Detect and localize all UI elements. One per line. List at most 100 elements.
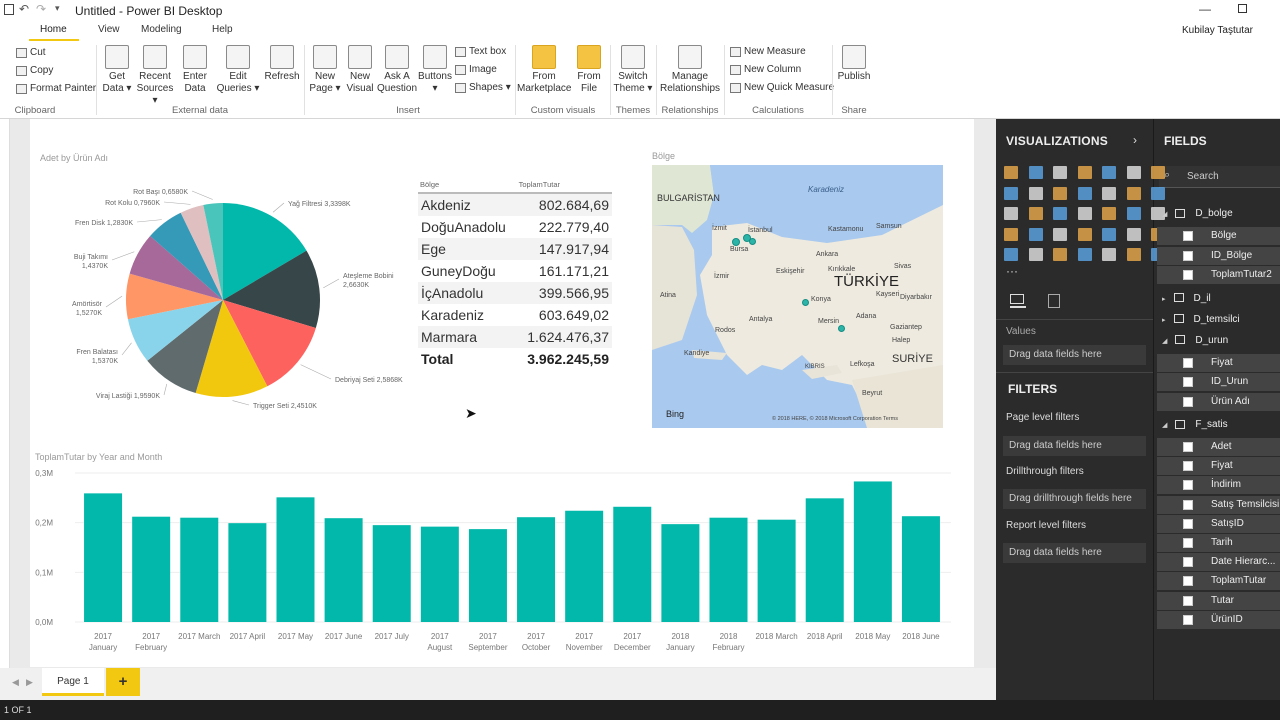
visual-type-icon[interactable] — [1151, 166, 1165, 179]
visual-type-icon[interactable] — [1126, 166, 1141, 179]
visual-type-icon[interactable] — [1102, 166, 1116, 179]
bar[interactable] — [468, 529, 507, 622]
visual-type-icon[interactable] — [1102, 186, 1116, 200]
map-point[interactable] — [749, 238, 756, 245]
new-visual-button[interactable]: New Visual — [344, 41, 376, 95]
fields-search-box[interactable]: ⌕ Search — [1159, 166, 1280, 188]
bar-chart[interactable]: 0,0M 0,1M 0,2M 0,3M 2017 January 2017 February 2… — [30, 462, 966, 660]
bar[interactable] — [613, 506, 652, 622]
redo-icon[interactable]: ↷ — [36, 2, 46, 16]
field-item[interactable]: ID_Urun — [1157, 373, 1280, 391]
visual-type-icon[interactable] — [1028, 166, 1043, 179]
bar[interactable] — [420, 526, 459, 622]
bar[interactable] — [228, 523, 267, 622]
page-tab-page1[interactable]: Page 1 — [42, 668, 104, 696]
bar[interactable] — [517, 517, 556, 622]
field-checkbox[interactable] — [1183, 538, 1193, 548]
drillthrough-drop-zone[interactable]: Drag drillthrough fields here — [1003, 489, 1146, 509]
field-checkbox[interactable] — [1183, 461, 1193, 472]
table-header-region[interactable]: Bölge — [420, 180, 439, 192]
visual-type-icon[interactable] — [1004, 227, 1018, 241]
visual-type-icon[interactable] — [1126, 207, 1141, 220]
bar[interactable] — [709, 517, 748, 622]
more-visuals-icon[interactable]: ··· — [1006, 264, 1018, 278]
field-checkbox[interactable] — [1183, 231, 1193, 241]
map-point[interactable] — [732, 238, 740, 246]
field-item[interactable]: Bölge — [1157, 227, 1280, 245]
edit-queries-button[interactable]: Edit Queries ▾ — [216, 41, 260, 95]
table-header-total[interactable]: ToplamTutar — [519, 180, 560, 192]
field-item[interactable]: ToplamTutar2 — [1157, 266, 1280, 284]
visual-type-icon[interactable] — [1126, 227, 1141, 241]
field-table-F_satis[interactable]: ◢ F_satis — [1162, 416, 1228, 433]
visual-type-icon[interactable] — [1077, 227, 1092, 241]
field-checkbox[interactable] — [1183, 250, 1193, 261]
switch-theme-button[interactable]: Switch Theme ▾ — [613, 41, 653, 95]
visual-type-icon[interactable] — [1102, 248, 1116, 261]
visual-type-icon[interactable] — [1053, 227, 1067, 241]
pie-chart[interactable]: Yağ Filtresi 3,3398K Ateşleme Bobini 2,663… — [30, 170, 415, 420]
chevron-down-icon[interactable]: ◢ — [1162, 211, 1167, 218]
visual-type-icon[interactable] — [1028, 227, 1043, 241]
visual-type-icon[interactable] — [1077, 248, 1092, 261]
new-quick-measure-button[interactable]: New Quick Measure — [728, 80, 834, 96]
values-drop-zone[interactable]: Drag data fields here — [1003, 345, 1146, 365]
shapes-button[interactable]: Shapes ▾ — [453, 80, 511, 96]
field-checkbox[interactable] — [1183, 480, 1193, 491]
save-icon[interactable] — [4, 4, 14, 15]
field-item[interactable]: Fiyat — [1157, 353, 1280, 372]
visual-type-icon[interactable] — [1004, 186, 1018, 200]
visual-type-icon[interactable] — [1028, 248, 1043, 261]
field-item[interactable]: Fiyat — [1157, 457, 1280, 476]
field-item[interactable]: Ürün Adı — [1157, 392, 1280, 411]
visual-type-icon[interactable] — [1004, 166, 1018, 179]
visual-type-icon[interactable] — [1053, 207, 1067, 220]
report-filters-drop-zone[interactable]: Drag data fields here — [1003, 543, 1146, 563]
scroll-right-icon[interactable]: ▶ — [26, 677, 33, 688]
bar[interactable] — [661, 524, 700, 622]
quick-access-dropdown-icon[interactable]: ▾ — [55, 3, 60, 14]
field-checkbox[interactable] — [1183, 595, 1193, 606]
manage-relationships-button[interactable]: Manage Relationships — [659, 41, 721, 95]
field-item[interactable]: Date Hierarc... — [1157, 553, 1280, 572]
bar[interactable] — [84, 493, 123, 622]
refresh-button[interactable]: Refresh — [262, 41, 302, 83]
visual-type-icon[interactable] — [1077, 166, 1092, 179]
field-item[interactable]: Adet — [1157, 438, 1280, 456]
recent-sources-button[interactable]: Recent Sources ▾ — [134, 41, 176, 107]
add-page-button[interactable]: + — [106, 668, 140, 696]
cut-button[interactable]: Cut — [14, 45, 46, 61]
collapse-visualizations-icon[interactable]: › — [1133, 133, 1137, 147]
field-item[interactable]: Tutar — [1157, 591, 1280, 610]
tab-view[interactable]: View — [98, 24, 120, 35]
field-checkbox[interactable] — [1183, 270, 1193, 280]
bar[interactable] — [276, 497, 315, 622]
user-name[interactable]: Kubilay Taştutar — [1182, 25, 1253, 36]
table-visual[interactable]: Bölge ToplamTutar Akdeniz 802.684,69 DoğuA… — [418, 180, 612, 370]
format-paintroller-icon[interactable] — [1048, 294, 1060, 308]
visual-type-icon[interactable] — [1077, 207, 1092, 220]
fields-well-tab[interactable] — [1010, 294, 1026, 308]
visual-type-icon[interactable] — [1102, 207, 1116, 220]
field-checkbox[interactable] — [1183, 357, 1193, 368]
bar[interactable] — [853, 481, 892, 622]
bar[interactable] — [757, 519, 796, 622]
field-checkbox[interactable] — [1183, 614, 1193, 625]
field-table-D_temsilci[interactable]: ▸ D_temsilci — [1162, 311, 1240, 328]
field-checkbox[interactable] — [1183, 442, 1193, 452]
visual-type-icon[interactable] — [1053, 166, 1067, 179]
copy-button[interactable]: Copy — [14, 63, 53, 79]
field-item[interactable]: Tarih — [1157, 534, 1280, 552]
tab-home[interactable]: Home — [40, 24, 67, 35]
get-data-button[interactable]: Get Data ▾ — [100, 41, 134, 95]
field-checkbox[interactable] — [1183, 576, 1193, 587]
field-table-D_il[interactable]: ▸ D_il — [1162, 290, 1211, 307]
tab-modeling[interactable]: Modeling — [141, 24, 182, 35]
field-checkbox[interactable] — [1183, 499, 1193, 510]
visual-type-icon[interactable] — [1053, 186, 1067, 200]
bar[interactable] — [565, 510, 604, 622]
undo-icon[interactable]: ↶ — [19, 2, 29, 16]
tab-help[interactable]: Help — [212, 24, 233, 35]
bar[interactable] — [180, 517, 219, 622]
ask-question-button[interactable]: Ask A Question — [377, 41, 417, 95]
